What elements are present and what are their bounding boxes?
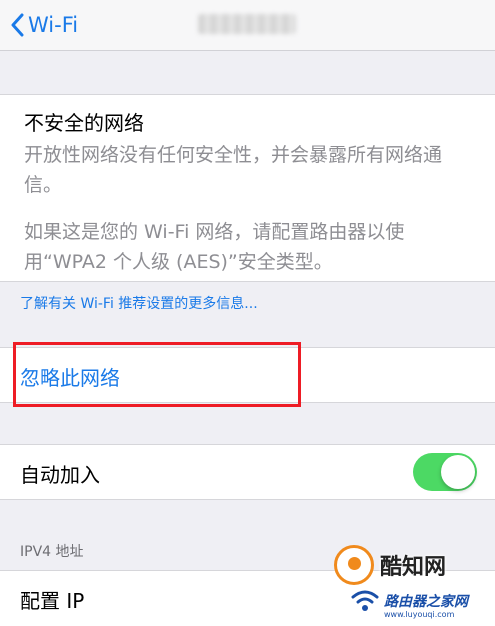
auto-join-toggle[interactable] [413, 453, 477, 491]
insecure-network-title: 不安全的网络 [24, 111, 144, 135]
watermark: 酷知网 路由器之家网 www.luyouqi.com [320, 543, 495, 625]
ipv4-section-header: IPV4 地址 [20, 544, 84, 560]
watermark-logo-circle [334, 545, 374, 585]
red-highlight-box [13, 342, 301, 407]
toggle-knob [441, 455, 475, 489]
watermark-brand: 酷知网 [380, 555, 447, 580]
network-name-blurred [198, 14, 296, 34]
insecure-network-card: 不安全的网络 开放性网络没有任何安全性，并会暴露所有网络通信。 如果这是您的 W… [0, 94, 495, 282]
wifi-logo-icon [351, 590, 379, 611]
watermark-domain: www.luyouqi.com [384, 610, 455, 619]
auto-join-label: 自动加入 [20, 463, 100, 487]
watermark-site: 路由器之家网 [384, 594, 468, 610]
configure-ip-label: 配置 IP [20, 589, 85, 613]
nav-bar: Wi-Fi [0, 0, 495, 51]
chevron-left-icon [11, 13, 24, 37]
learn-more-link[interactable]: 了解有关 Wi-Fi 推荐设置的更多信息... [20, 293, 258, 313]
insecure-network-description: 开放性网络没有任何安全性，并会暴露所有网络通信。 [24, 144, 443, 196]
back-button[interactable]: Wi-Fi [10, 8, 78, 42]
router-config-advice: 如果这是您的 Wi-Fi 网络，请配置路由器以使用“WPA2 个人级 (AES)… [24, 221, 405, 273]
auto-join-row: 自动加入 [0, 444, 495, 500]
back-label: Wi-Fi [28, 13, 79, 37]
